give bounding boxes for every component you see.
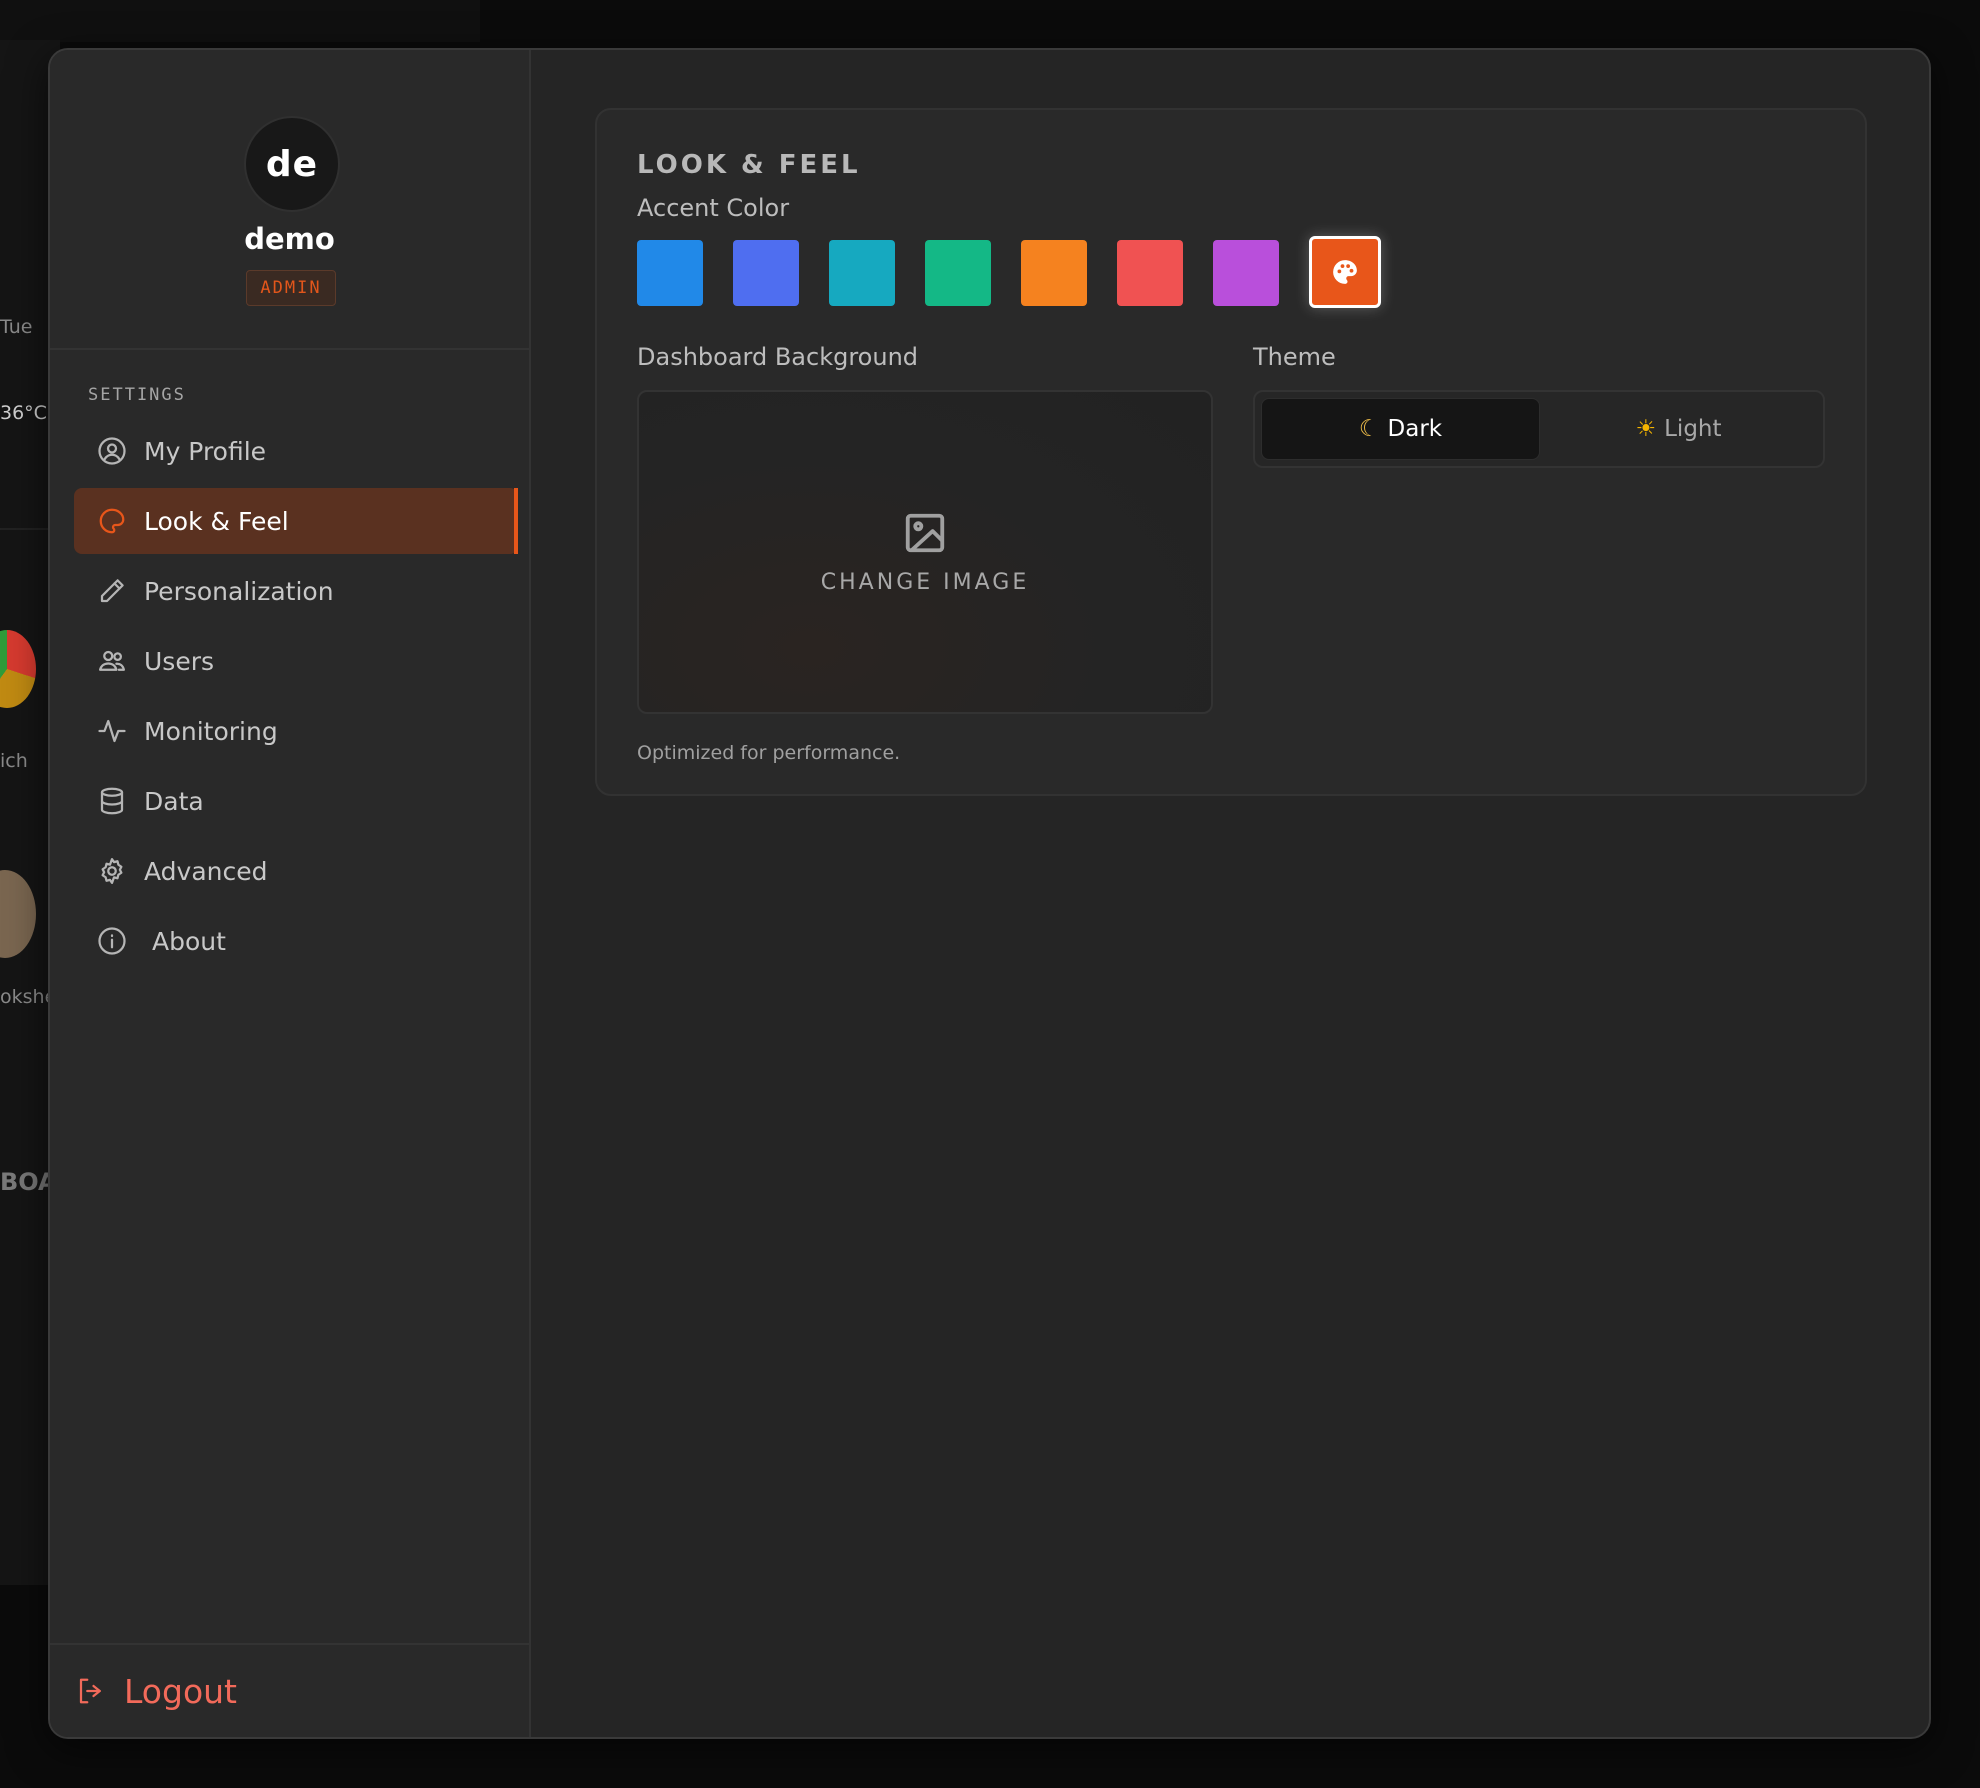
dashboard-background-label: Dashboard Background xyxy=(637,343,919,371)
app-logo-icon xyxy=(0,870,36,958)
username: demo xyxy=(244,222,335,256)
logout-icon xyxy=(79,1678,101,1704)
sidebar-item-label: About xyxy=(152,926,226,956)
accent-swatch-red[interactable] xyxy=(1117,240,1183,306)
sidebar-item-about[interactable]: About xyxy=(74,908,518,974)
accent-swatch-green[interactable] xyxy=(925,240,991,306)
theme-dark-button[interactable]: ☾ Dark xyxy=(1261,398,1540,460)
sidebar-item-look-and-feel[interactable]: Look & Feel xyxy=(74,488,518,554)
settings-modal: de demo ADMIN SETTINGS My Profile Look &… xyxy=(48,48,1931,1739)
moon-icon: ☾ xyxy=(1358,416,1380,442)
app-label: ich xyxy=(0,750,28,772)
theme-option-label: Light xyxy=(1664,416,1722,442)
sidebar-item-label: Personalization xyxy=(144,576,334,606)
settings-sidebar: de demo ADMIN SETTINGS My Profile Look &… xyxy=(50,50,531,1737)
gear-icon xyxy=(96,855,128,887)
custom-accent-button[interactable] xyxy=(1309,236,1381,308)
activity-icon xyxy=(96,715,128,747)
theme-toggle: ☾ Dark ☀ Light xyxy=(1253,390,1825,468)
info-icon xyxy=(96,925,128,957)
accent-swatch-orange[interactable] xyxy=(1021,240,1087,306)
sidebar-footer: Logout xyxy=(50,1643,529,1737)
section-title: LOOK & FEEL xyxy=(637,150,861,180)
sidebar-item-users[interactable]: Users xyxy=(74,628,518,694)
sidebar-item-label: Users xyxy=(144,646,215,676)
accent-color-picker xyxy=(637,236,1411,308)
helper-text: Optimized for performance. xyxy=(637,742,901,764)
accent-swatch-cyan[interactable] xyxy=(829,240,895,306)
accent-swatch-blue[interactable] xyxy=(637,240,703,306)
image-icon xyxy=(905,513,945,552)
background-topbar xyxy=(0,0,480,42)
palette-icon xyxy=(1333,260,1357,284)
pencil-icon xyxy=(96,575,128,607)
sidebar-item-my-profile[interactable]: My Profile xyxy=(74,418,518,484)
sidebar-item-advanced[interactable]: Advanced xyxy=(74,838,518,904)
accent-swatch-indigo[interactable] xyxy=(733,240,799,306)
users-icon xyxy=(96,645,128,677)
sidebar-item-monitoring[interactable]: Monitoring xyxy=(74,698,518,764)
look-and-feel-card: LOOK & FEEL Accent Color Dashboard Backg… xyxy=(595,108,1867,796)
accent-color-label: Accent Color xyxy=(637,194,790,222)
theme-light-button[interactable]: ☀ Light xyxy=(1540,398,1817,460)
sidebar-item-label: Look & Feel xyxy=(144,506,289,536)
settings-nav: My Profile Look & Feel Personalization U… xyxy=(74,418,518,978)
weather-temp: 36°C xyxy=(0,402,47,424)
settings-heading: SETTINGS xyxy=(88,385,186,405)
sidebar-item-data[interactable]: Data xyxy=(74,768,518,834)
avatar[interactable]: de xyxy=(244,116,340,212)
theme-label: Theme xyxy=(1253,343,1336,371)
change-image-label: CHANGE IMAGE xyxy=(820,569,1030,595)
sidebar-item-personalization[interactable]: Personalization xyxy=(74,558,518,624)
weather-day: Tue xyxy=(0,316,33,338)
sidebar-item-label: Advanced xyxy=(144,856,268,886)
user-circle-icon xyxy=(96,435,128,467)
theme-option-label: Dark xyxy=(1387,416,1443,442)
sun-icon: ☀ xyxy=(1635,416,1657,442)
app-logo-icon xyxy=(0,630,36,708)
palette-icon xyxy=(96,505,128,537)
accent-swatch-purple[interactable] xyxy=(1213,240,1279,306)
database-icon xyxy=(96,785,128,817)
profile-summary: de demo ADMIN xyxy=(50,50,529,350)
settings-content: LOOK & FEEL Accent Color Dashboard Backg… xyxy=(531,50,1929,1737)
change-background-button[interactable]: CHANGE IMAGE xyxy=(637,390,1213,714)
logout-button[interactable]: Logout xyxy=(76,1672,237,1711)
sidebar-item-label: Monitoring xyxy=(144,716,278,746)
sidebar-item-label: My Profile xyxy=(144,436,267,466)
logout-label: Logout xyxy=(124,1671,237,1711)
sidebar-item-label: Data xyxy=(144,786,204,816)
role-badge: ADMIN xyxy=(246,270,336,306)
